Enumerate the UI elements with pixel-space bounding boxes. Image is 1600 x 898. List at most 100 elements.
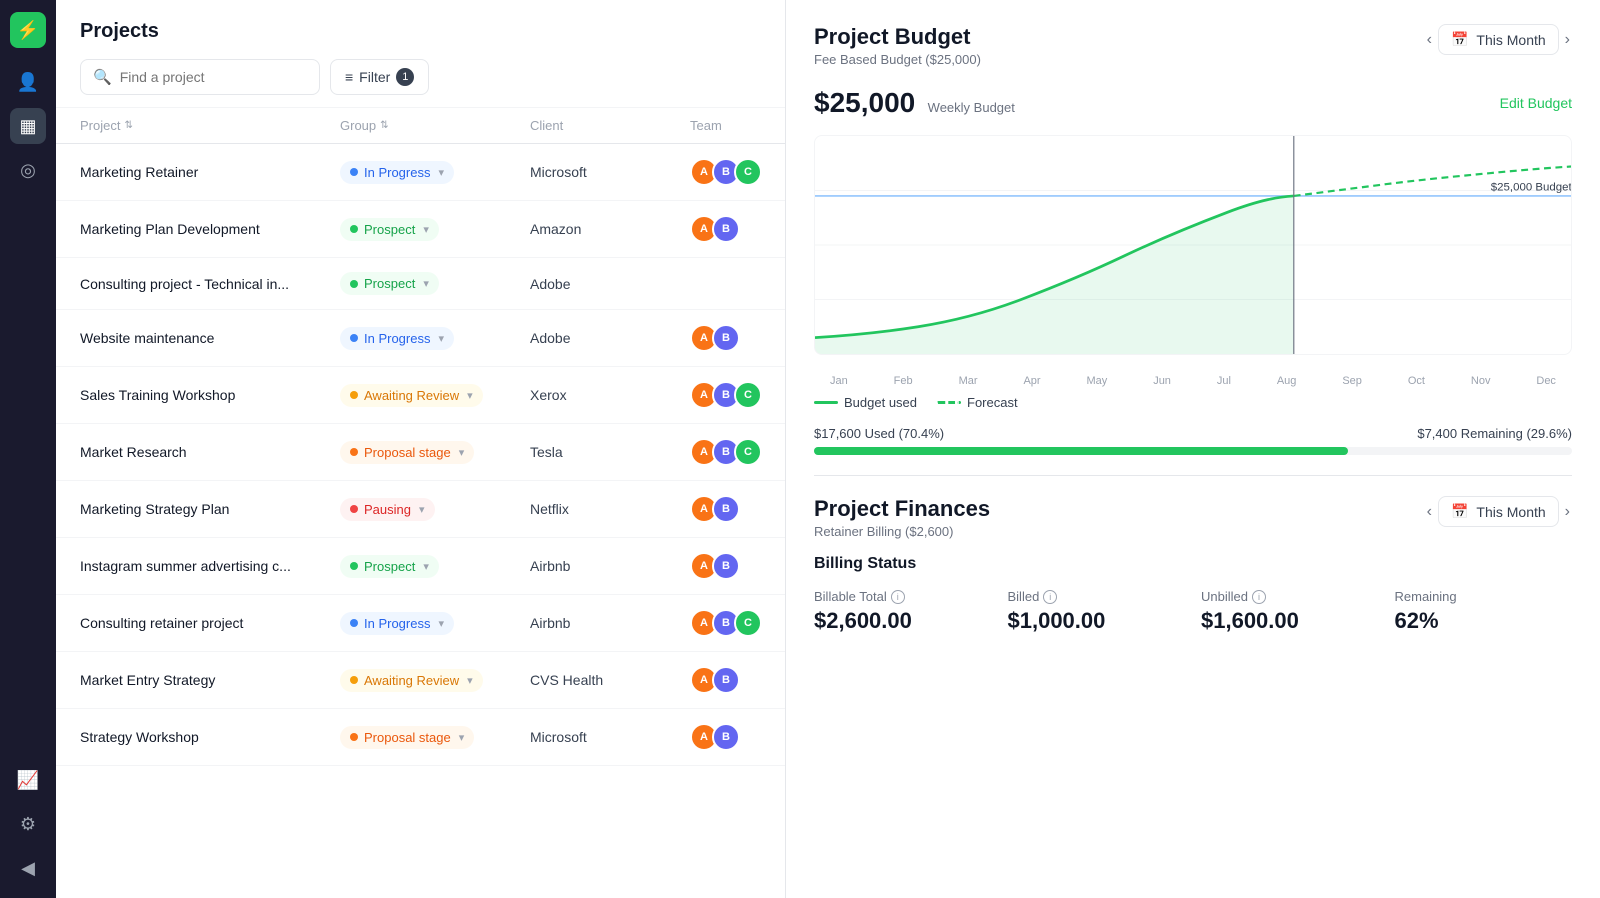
status-dot [350,448,358,456]
info-icon[interactable]: i [1252,590,1266,604]
client-name: Adobe [530,276,690,292]
team-avatars: AB [690,552,761,580]
status-dot [350,505,358,513]
status-badge[interactable]: Proposal stage ▾ [340,726,474,749]
budget-month-nav[interactable]: ‹ 📅 This Month › [1425,24,1572,55]
table-row[interactable]: Marketing Plan Development Prospect ▾ Am… [56,201,785,258]
status-label: Awaiting Review [364,388,459,403]
status-badge[interactable]: Prospect ▾ [340,272,439,295]
project-name: Consulting retainer project [80,615,340,631]
table-row[interactable]: Sales Training Workshop Awaiting Review … [56,367,785,424]
finances-month-label: This Month [1476,504,1545,520]
filter-button[interactable]: ≡ Filter 1 [330,59,429,95]
table-row[interactable]: Market Research Proposal stage ▾ Tesla A… [56,424,785,481]
legend-forecast-label: Forecast [967,395,1018,410]
budget-month-selector[interactable]: 📅 This Month [1438,24,1559,55]
team-avatars: AB [690,215,761,243]
info-icon[interactable]: i [891,590,905,604]
status-badge[interactable]: Awaiting Review ▾ [340,669,483,692]
status-dot [350,334,358,342]
projects-table: Project ⇅ Group ⇅ Client Team Marketing … [56,108,785,898]
sidebar-item-settings[interactable]: ⚙ [10,806,46,842]
info-icon[interactable]: i [1043,590,1057,604]
project-name: Instagram summer advertising c... [80,558,340,574]
sidebar-item-grid[interactable]: ▦ [10,108,46,144]
header-team: Team [690,118,761,133]
client-name: CVS Health [530,672,690,688]
search-input[interactable] [120,69,307,85]
logo-icon: ⚡ [17,20,39,41]
sort-icon-project[interactable]: ⇅ [124,120,132,131]
client-name: Amazon [530,221,690,237]
status-badge[interactable]: Prospect ▾ [340,555,439,578]
client-name: Microsoft [530,164,690,180]
budget-line-label: $25,000 Budget [1491,182,1571,194]
billing-item: Billed i $1,000.00 [1008,589,1186,634]
finances-month-selector[interactable]: 📅 This Month [1438,496,1559,527]
finances-section-header: Project Finances Retainer Billing ($2,60… [814,496,1572,539]
status-badge[interactable]: Pausing ▾ [340,498,435,521]
status-badge[interactable]: In Progress ▾ [340,612,454,635]
avatar: C [734,158,762,186]
search-box[interactable]: 🔍 [80,59,320,95]
budget-title: Project Budget [814,24,981,50]
team-avatars: AB [690,324,761,352]
app-logo[interactable]: ⚡ [10,12,46,48]
finances-month-nav[interactable]: ‹ 📅 This Month › [1425,496,1572,527]
finances-prev-month[interactable]: ‹ [1425,501,1434,523]
sidebar-item-person[interactable]: 👤 [10,64,46,100]
status-label: In Progress [364,331,430,346]
table-row[interactable]: Marketing Strategy Plan Pausing ▾ Netfli… [56,481,785,538]
sidebar-item-chart[interactable]: ◎ [10,152,46,188]
team-avatars: ABC [690,438,761,466]
chevron-down-icon: ▾ [467,674,473,687]
status-badge[interactable]: In Progress ▾ [340,327,454,350]
billing-item: Unbilled i $1,600.00 [1201,589,1379,634]
header-project: Project ⇅ [80,118,340,133]
chevron-down-icon: ▾ [423,277,429,290]
avatar: B [712,495,740,523]
budget-used-text: $17,600 Used (70.4%) [814,426,944,441]
sidebar-item-analytics[interactable]: 📈 [10,762,46,798]
billing-grid: Billable Total i $2,600.00 Billed i $1,0… [814,589,1572,634]
status-badge[interactable]: In Progress ▾ [340,161,454,184]
billing-label: Remaining [1395,589,1573,604]
chevron-down-icon: ▾ [419,503,425,516]
status-badge[interactable]: Awaiting Review ▾ [340,384,483,407]
chart-legend: Budget used Forecast [814,395,1572,410]
table-row[interactable]: Website maintenance In Progress ▾ Adobe … [56,310,785,367]
status-dot [350,562,358,570]
status-dot [350,225,358,233]
status-label: Awaiting Review [364,673,459,688]
sort-icon-group[interactable]: ⇅ [380,120,388,131]
status-badge[interactable]: Prospect ▾ [340,218,439,241]
edit-budget-button[interactable]: Edit Budget [1500,95,1572,111]
table-row[interactable]: Market Entry Strategy Awaiting Review ▾ … [56,652,785,709]
table-rows: Marketing Retainer In Progress ▾ Microso… [56,144,785,766]
avatar: C [734,609,762,637]
table-row[interactable]: Consulting retainer project In Progress … [56,595,785,652]
table-row[interactable]: Marketing Retainer In Progress ▾ Microso… [56,144,785,201]
finances-calendar-icon: 📅 [1451,503,1468,520]
table-row[interactable]: Instagram summer advertising c... Prospe… [56,538,785,595]
table-row[interactable]: Consulting project - Technical in... Pro… [56,258,785,310]
project-name: Marketing Strategy Plan [80,501,340,517]
status-badge[interactable]: Proposal stage ▾ [340,441,474,464]
team-avatars: ABC [690,158,761,186]
status-label: Proposal stage [364,730,451,745]
sidebar-item-back[interactable]: ◀ [10,850,46,886]
budget-prev-month[interactable]: ‹ [1425,29,1434,51]
budget-amount-label: Weekly Budget [928,100,1015,115]
table-row[interactable]: Strategy Workshop Proposal stage ▾ Micro… [56,709,785,766]
status-dot [350,676,358,684]
finances-title: Project Finances [814,496,990,522]
project-name: Market Research [80,444,340,460]
chevron-down-icon: ▾ [438,617,444,630]
status-label: Prospect [364,276,415,291]
client-name: Microsoft [530,729,690,745]
finances-next-month[interactable]: › [1563,501,1572,523]
table-header: Project ⇅ Group ⇅ Client Team [56,108,785,144]
legend-forecast: Forecast [937,395,1018,410]
chevron-down-icon: ▾ [459,731,465,744]
budget-next-month[interactable]: › [1563,29,1572,51]
